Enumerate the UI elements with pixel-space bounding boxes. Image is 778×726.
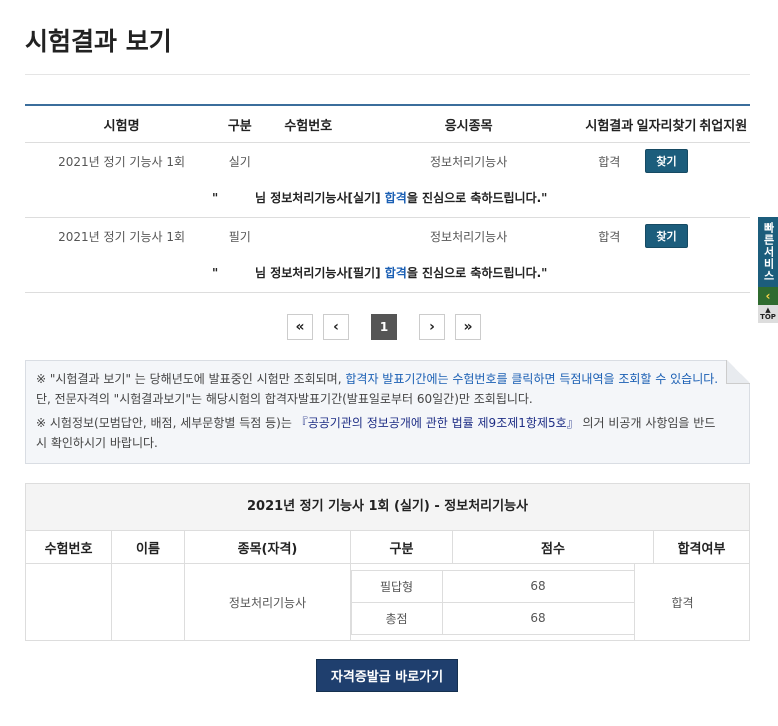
detail-header-number: 수험번호 bbox=[26, 531, 112, 563]
score-row: 필답형 68 bbox=[352, 570, 634, 602]
score-breakdown: 필답형 68 총점 68 bbox=[350, 564, 635, 640]
scroll-top-button[interactable]: ▲ TOP bbox=[758, 305, 778, 323]
detail-header-name: 이름 bbox=[112, 531, 185, 563]
exam-subject: 정보처리기능사 bbox=[429, 229, 508, 244]
quick-service-tab[interactable]: 빠른서비스 bbox=[758, 217, 778, 287]
exam-name: 2021년 정기 기능사 1회 bbox=[58, 229, 186, 244]
score-value: 68 bbox=[530, 611, 546, 625]
congrats-message: " 님 정보처리기능사[실기] 합격을 진심으로 축하드립니다." bbox=[25, 179, 750, 218]
congrats-message: " 님 정보처리기능사[필기] 합격을 진심으로 축하드립니다." bbox=[25, 254, 750, 293]
certificate-issue-button[interactable]: 자격증발급 바로가기 bbox=[316, 659, 458, 692]
congrats-quote: " bbox=[212, 266, 219, 280]
header-number: 수험번호 bbox=[284, 118, 333, 134]
header-subject: 응시종목 bbox=[444, 118, 493, 134]
exam-type: 실기 bbox=[228, 154, 251, 169]
congrats-text: 님 정보처리기능사[필기] 합격을 진심으로 축하드립니다." bbox=[255, 266, 548, 280]
last-page-button[interactable]: » bbox=[455, 314, 481, 340]
detail-header-score: 점수 bbox=[453, 531, 654, 563]
detail-header-result: 합격여부 bbox=[677, 541, 726, 557]
quick-menu: 빠른서비스 ‹ ▲ TOP bbox=[758, 217, 778, 323]
score-detail-table: 2021년 정기 기능사 1회 (실기) - 정보처리기능사 수험번호 이름 종… bbox=[25, 483, 750, 641]
notice-line-2: ※ 시험정보(모범답안, 배점, 세부문항별 득점 등)는 『공공기관의 정보공… bbox=[36, 416, 716, 450]
detail-name bbox=[112, 564, 185, 640]
detail-row: 정보처리기능사 필답형 68 총점 68 합격 bbox=[26, 564, 749, 640]
exam-subject: 정보처리기능사 bbox=[429, 154, 508, 169]
chevron-left-icon[interactable]: ‹ bbox=[758, 287, 778, 305]
score-label: 필답형 bbox=[352, 570, 443, 602]
pagination: « ‹ 1 › » bbox=[287, 314, 481, 340]
detail-header-type: 구분 bbox=[351, 531, 453, 563]
detail-result: 합격 bbox=[671, 595, 694, 610]
header-type: 구분 bbox=[227, 118, 252, 134]
find-job-button[interactable]: 찾기 bbox=[645, 149, 688, 173]
table-row: 2021년 정기 기능사 1회 실기 정보처리기능사 합격 찾기 bbox=[25, 143, 750, 179]
prev-page-button[interactable]: ‹ bbox=[323, 314, 349, 340]
header-result: 시험결과 bbox=[585, 118, 634, 134]
page-fold-icon bbox=[726, 360, 750, 384]
exam-type: 필기 bbox=[228, 229, 251, 244]
header-exam: 시험명 bbox=[103, 118, 140, 134]
find-job-button[interactable]: 찾기 bbox=[645, 224, 688, 248]
header-support: 취업지원 bbox=[699, 118, 748, 134]
notice-line-1: ※ "시험결과 보기" 는 당해년도에 발표중인 시험만 조회되며, 합격자 발… bbox=[36, 372, 719, 406]
detail-subject: 정보처리기능사 bbox=[185, 564, 351, 640]
score-row: 총점 68 bbox=[351, 601, 634, 634]
law-reference: 『공공기관의 정보공개에 관한 법률 제9조제1항제5호』 bbox=[295, 416, 579, 430]
page-1-button[interactable]: 1 bbox=[371, 314, 397, 340]
detail-header-row: 수험번호 이름 종목(자격) 구분 점수 합격여부 bbox=[26, 531, 749, 564]
congrats-quote: " bbox=[212, 191, 219, 205]
table-row: 2021년 정기 기능사 1회 필기 정보처리기능사 합격 찾기 bbox=[25, 218, 750, 254]
pass-highlight: 합격 bbox=[384, 266, 407, 280]
score-label: 총점 bbox=[352, 602, 443, 634]
page-title: 시험결과 보기 bbox=[25, 27, 172, 56]
next-page-button[interactable]: › bbox=[419, 314, 445, 340]
detail-title: 2021년 정기 기능사 1회 (실기) - 정보처리기능사 bbox=[26, 484, 749, 531]
exam-result: 합격 bbox=[598, 154, 621, 169]
detail-header-subject: 종목(자격) bbox=[185, 531, 351, 563]
results-table: 시험명 구분 수험번호 응시종목 시험결과 일자리찾기 취업지원 2021년 정… bbox=[25, 104, 750, 293]
notice-box: ※ "시험결과 보기" 는 당해년도에 발표중인 시험만 조회되며, 합격자 발… bbox=[25, 360, 750, 464]
first-page-button[interactable]: « bbox=[287, 314, 313, 340]
exam-name: 2021년 정기 기능사 1회 bbox=[58, 154, 186, 169]
header-jobs: 일자리찾기 bbox=[636, 118, 697, 134]
title-divider bbox=[25, 74, 750, 75]
score-value: 68 bbox=[530, 579, 546, 593]
congrats-text: 님 정보처리기능사[실기] 합격을 진심으로 축하드립니다." bbox=[255, 191, 548, 205]
pass-highlight: 합격 bbox=[384, 191, 407, 205]
exam-result: 합격 bbox=[598, 229, 621, 244]
results-header-row: 시험명 구분 수험번호 응시종목 시험결과 일자리찾기 취업지원 bbox=[25, 106, 750, 143]
detail-number bbox=[26, 564, 112, 640]
